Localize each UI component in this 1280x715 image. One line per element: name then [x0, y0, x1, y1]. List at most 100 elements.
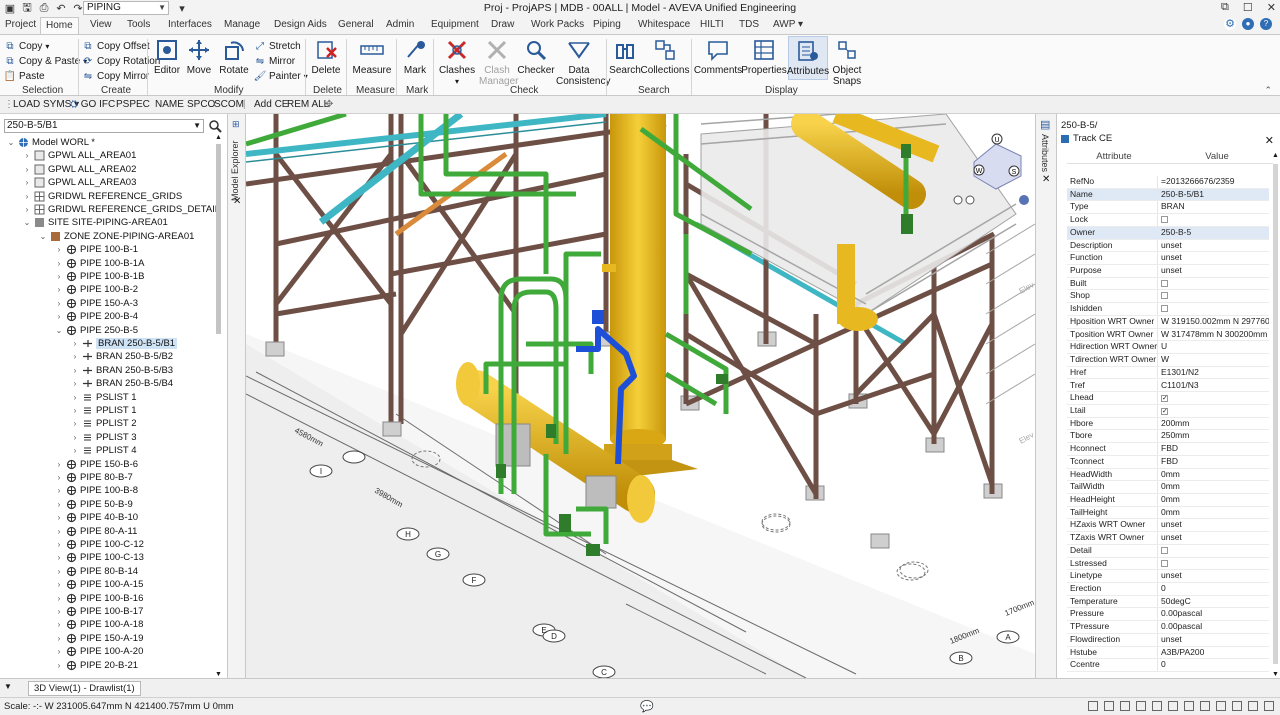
tree-node[interactable]: › GPWL ALL_AREA02: [22, 163, 137, 176]
attribute-row[interactable]: Lock: [1067, 214, 1269, 227]
checkbox-icon[interactable]: [1161, 279, 1168, 287]
expand-chevron-icon[interactable]: ›: [54, 513, 64, 522]
expand-chevron-icon[interactable]: ›: [70, 406, 80, 415]
tree-node[interactable]: › PSLIST 1: [70, 391, 137, 404]
comment-icon[interactable]: 💬: [640, 700, 654, 713]
help-icon[interactable]: ?: [1260, 18, 1272, 30]
attribute-value[interactable]: W 319150.002mm N 297760...: [1158, 316, 1269, 328]
attribute-value[interactable]: 0mm: [1158, 469, 1269, 481]
collapse-chevron-icon[interactable]: ⌄: [54, 326, 64, 335]
tab-general[interactable]: General: [338, 19, 374, 30]
expand-chevron-icon[interactable]: ›: [70, 366, 80, 375]
attribute-row[interactable]: Linetype unset: [1067, 570, 1269, 583]
attribute-value[interactable]: 0mm: [1158, 507, 1269, 519]
restore-icon[interactable]: ⧉: [1221, 1, 1229, 14]
tree-node[interactable]: › PIPE 80-A-11: [54, 525, 138, 538]
tree-node[interactable]: › PIPE 100-C-13: [54, 551, 144, 564]
expand-chevron-icon[interactable]: ›: [54, 527, 64, 536]
expand-chevron-icon[interactable]: ›: [54, 473, 64, 482]
attribute-value[interactable]: W 317478mm N 300200mm U...: [1158, 329, 1269, 341]
pspec-button[interactable]: PSPEC: [116, 99, 150, 110]
attribute-row[interactable]: Temperature 50degC: [1067, 595, 1269, 609]
attribute-value[interactable]: unset: [1158, 532, 1269, 544]
fit-icon[interactable]: [1232, 701, 1242, 711]
attribute-row[interactable]: Href E1301/N2: [1067, 366, 1269, 380]
attribute-value[interactable]: [1158, 214, 1269, 226]
tree-node[interactable]: › PIPE 50-B-9: [54, 498, 133, 511]
add-ce-button[interactable]: Add CE: [254, 99, 288, 110]
tree-node[interactable]: › PIPE 100-A-18: [54, 618, 144, 631]
attribute-row[interactable]: Flowdirection unset: [1067, 633, 1269, 647]
tree-node[interactable]: › PIPE 150-B-6: [54, 458, 138, 471]
close-icon[interactable]: ✕: [1042, 174, 1050, 185]
tree-node[interactable]: › PPLIST 2: [70, 417, 137, 430]
tree-node[interactable]: › PIPE 100-B-8: [54, 484, 138, 497]
attribute-row[interactable]: Type BRAN: [1067, 201, 1269, 215]
copy-mirror-button[interactable]: ⇋ Copy Mirror: [82, 69, 149, 83]
attribute-value[interactable]: E1301/N2: [1158, 367, 1269, 379]
tree-node[interactable]: ⌄ SITE SITE-PIPING-AREA01: [22, 216, 168, 229]
expand-chevron-icon[interactable]: ›: [70, 339, 80, 348]
expand-chevron-icon[interactable]: ›: [22, 165, 32, 174]
expand-chevron-icon[interactable]: ›: [70, 419, 80, 428]
expand-chevron-icon[interactable]: ›: [22, 205, 32, 214]
attribute-scrollbar[interactable]: ▲ ▼: [1272, 152, 1279, 678]
tab-design-aids[interactable]: Design Aids: [274, 19, 327, 30]
attribute-row[interactable]: Owner 250-B-5: [1067, 226, 1269, 240]
properties-button[interactable]: Properties: [741, 38, 787, 76]
attribute-row[interactable]: Hdirection WRT Owner U: [1067, 341, 1269, 355]
attribute-row[interactable]: HeadHeight 0mm: [1067, 494, 1269, 507]
user-icon[interactable]: ●: [1242, 18, 1254, 30]
tree-node[interactable]: › PIPE 80-B-7: [54, 471, 133, 484]
attribute-value[interactable]: BRAN: [1158, 201, 1269, 213]
attribute-value[interactable]: unset: [1158, 252, 1269, 264]
collapse-chevron-icon[interactable]: ⌄: [22, 218, 32, 227]
attribute-value[interactable]: 0.00pascal: [1158, 621, 1269, 633]
section-icon[interactable]: [1136, 701, 1146, 711]
attribute-value[interactable]: [1158, 290, 1269, 302]
options-icon[interactable]: ⚙: [1224, 18, 1236, 30]
attribute-row[interactable]: Pressure 0.00pascal: [1067, 608, 1269, 622]
expand-chevron-icon[interactable]: ›: [70, 352, 80, 361]
attribute-value[interactable]: 0mm: [1158, 481, 1269, 493]
expand-chevron-icon[interactable]: ›: [70, 433, 80, 442]
walk-icon[interactable]: [1168, 701, 1178, 711]
tree-node[interactable]: › BRAN 250-B-5/B2: [70, 350, 173, 363]
attribute-row[interactable]: Tbore 250mm: [1067, 430, 1269, 444]
attribute-value[interactable]: W: [1158, 354, 1269, 366]
attribute-row[interactable]: Name 250-B-5/B1: [1067, 188, 1269, 202]
attribute-value[interactable]: unset: [1158, 240, 1269, 252]
mirror-button[interactable]: ⇋ Mirror: [254, 54, 295, 68]
attribute-value[interactable]: 0mm: [1158, 494, 1269, 506]
attribute-value[interactable]: 200mm: [1158, 418, 1269, 430]
checkbox-checked-icon[interactable]: ✓: [1161, 395, 1168, 403]
attribute-value[interactable]: A3B/PA200: [1158, 647, 1269, 659]
tree-node[interactable]: › PIPE 100-B-1A: [54, 257, 145, 270]
ortho-icon[interactable]: [1120, 701, 1130, 711]
search-button[interactable]: Search: [609, 38, 641, 76]
expand-chevron-icon[interactable]: ›: [54, 634, 64, 643]
scroll-thumb[interactable]: [1273, 164, 1278, 664]
attribute-row[interactable]: Hconnect FBD: [1067, 443, 1269, 456]
undo-icon[interactable]: ↶: [54, 2, 68, 16]
spco-button[interactable]: SPCO: [187, 99, 215, 110]
clashes-button[interactable]: Clashes ▾: [439, 38, 475, 87]
scroll-down-icon[interactable]: ▼: [215, 671, 222, 678]
column-header-value[interactable]: Value: [1161, 151, 1273, 163]
attribute-value[interactable]: 50degC: [1158, 596, 1269, 608]
tab-tools[interactable]: Tools: [127, 19, 150, 30]
comments-button[interactable]: Comments: [694, 38, 742, 76]
attribute-value[interactable]: [1158, 545, 1269, 557]
tab-3d-view[interactable]: 3D View(1) - Drawlist(1): [28, 681, 141, 696]
tab-draw[interactable]: Draw: [491, 19, 514, 30]
expand-chevron-icon[interactable]: ›: [70, 379, 80, 388]
checkbox-checked-icon[interactable]: ✓: [1161, 407, 1168, 415]
expand-chevron-icon[interactable]: ›: [54, 594, 64, 603]
tab-project[interactable]: Project: [5, 19, 36, 30]
attribute-value[interactable]: 0: [1158, 659, 1269, 671]
tree-node[interactable]: › PIPE 100-B-17: [54, 605, 144, 618]
chevron-down-icon[interactable]: ▼: [193, 120, 201, 132]
settings-icon[interactable]: [1264, 701, 1274, 711]
expand-chevron-icon[interactable]: ›: [54, 580, 64, 589]
checkbox-icon[interactable]: [1161, 216, 1168, 224]
